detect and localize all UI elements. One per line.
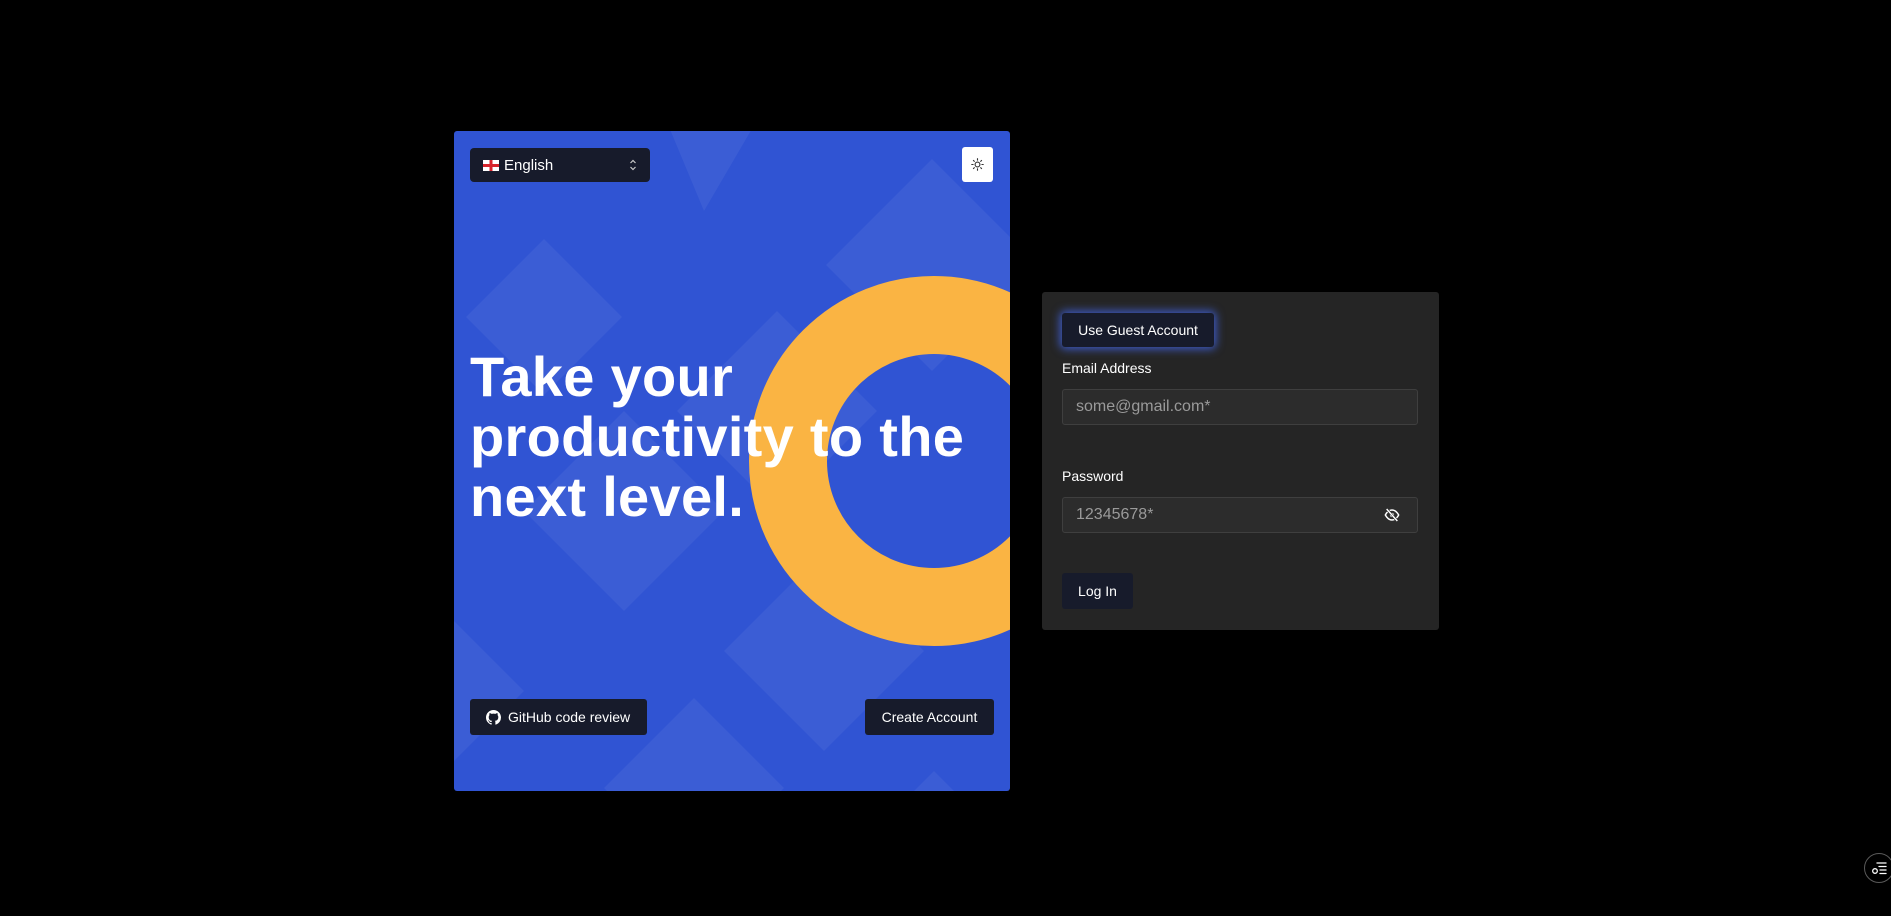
email-input[interactable] (1062, 389, 1418, 425)
log-in-label: Log In (1078, 583, 1117, 599)
language-label: English (504, 156, 554, 174)
password-input[interactable] (1062, 497, 1418, 533)
chevron-up-down-icon (630, 159, 636, 171)
hero-panel: English Take your productivity to the ne… (454, 131, 1010, 791)
password-label: Password (1062, 468, 1124, 484)
hero-headline: Take your productivity to the next level… (470, 345, 965, 528)
theme-toggle-button[interactable] (962, 147, 993, 182)
github-code-review-button[interactable]: GitHub code review (470, 699, 647, 735)
create-account-button[interactable]: Create Account (865, 699, 994, 735)
sun-icon (971, 158, 984, 171)
email-label: Email Address (1062, 360, 1152, 376)
eye-off-icon[interactable] (1383, 507, 1401, 523)
tools-menu-icon (1872, 862, 1887, 875)
language-select[interactable]: English (470, 148, 650, 182)
log-in-button[interactable]: Log In (1062, 573, 1133, 609)
create-account-label: Create Account (881, 709, 978, 725)
tools-menu-button[interactable] (1864, 853, 1891, 883)
use-guest-account-button[interactable]: Use Guest Account (1062, 313, 1214, 347)
github-icon (486, 709, 501, 725)
england-flag-icon (483, 159, 499, 171)
github-button-label: GitHub code review (508, 709, 631, 725)
page: English Take your productivity to the ne… (0, 0, 1891, 916)
guest-button-label: Use Guest Account (1078, 322, 1198, 338)
login-card: Use Guest Account Email Address Password… (1042, 292, 1439, 630)
